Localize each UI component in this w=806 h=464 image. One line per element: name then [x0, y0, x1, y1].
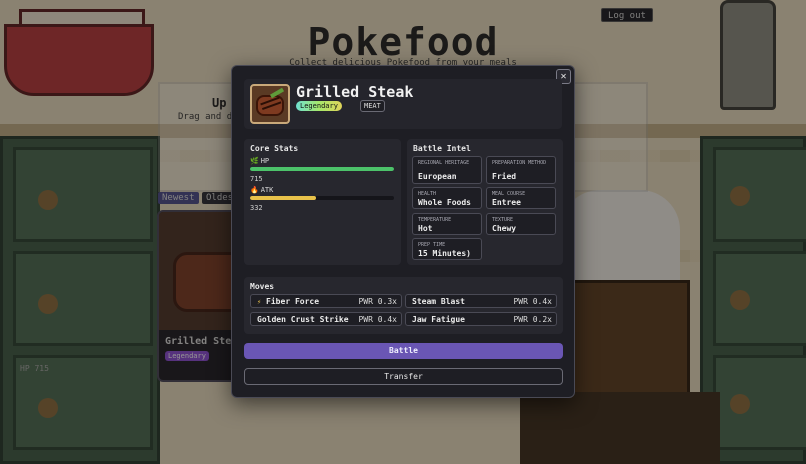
atk-stat-label: 🔥 ATK: [250, 186, 274, 194]
intel-health: HEALTH Whole Foods: [412, 187, 482, 209]
move-jaw-fatigue[interactable]: Jaw Fatigue PWR 0.2x: [405, 312, 557, 326]
atk-bar-fill: [250, 196, 317, 200]
food-detail-modal: ✕ Grilled Steak Legendary MEAT Core Stat…: [231, 65, 575, 398]
atk-bar: [250, 196, 394, 200]
hp-bar-fill: [250, 167, 394, 171]
transfer-button[interactable]: Transfer: [244, 368, 563, 385]
move-fiber-force[interactable]: ⚡ Fiber Force PWR 0.3x: [250, 294, 402, 308]
battle-intel-title: Battle Intel: [413, 144, 471, 153]
intel-texture: TEXTURE Chewy: [486, 213, 556, 235]
intel-meal-course: MEAL COURSE Entree: [486, 187, 556, 209]
moves-panel: Moves ⚡ Fiber Force PWR 0.3x Steam Blast…: [244, 277, 563, 334]
hp-bar: [250, 167, 394, 171]
atk-value: 332: [250, 204, 263, 212]
hp-stat-label: 🌿 HP: [250, 157, 270, 165]
steak-icon: [250, 84, 290, 124]
type-badge: MEAT: [360, 100, 385, 112]
food-name: Grilled Steak: [296, 83, 414, 101]
intel-temperature: TEMPERATURE Hot: [412, 213, 482, 235]
leaf-icon: 🌿: [250, 157, 259, 165]
lightning-icon: ⚡: [257, 298, 262, 306]
move-steam-blast[interactable]: Steam Blast PWR 0.4x: [405, 294, 557, 308]
hp-value: 715: [250, 175, 263, 183]
intel-preparation-method: PREPARATION METHOD Fried: [486, 156, 556, 184]
core-stats-panel: Core Stats 🌿 HP 715 🔥 ATK 332: [244, 139, 401, 265]
fire-icon: 🔥: [250, 186, 259, 194]
food-header: Grilled Steak Legendary MEAT: [244, 79, 562, 129]
moves-title: Moves: [250, 282, 275, 291]
battle-button[interactable]: Battle: [244, 343, 563, 359]
core-stats-title: Core Stats: [250, 144, 299, 153]
battle-intel-panel: Battle Intel REGIONAL HERITAGE European …: [407, 139, 563, 265]
intel-regional-heritage: REGIONAL HERITAGE European: [412, 156, 482, 184]
move-golden-crust-strike[interactable]: Golden Crust Strike PWR 0.4x: [250, 312, 402, 326]
intel-prep-time: PREP TIME 15 Minutes): [412, 238, 482, 260]
rarity-badge: Legendary: [296, 101, 342, 111]
